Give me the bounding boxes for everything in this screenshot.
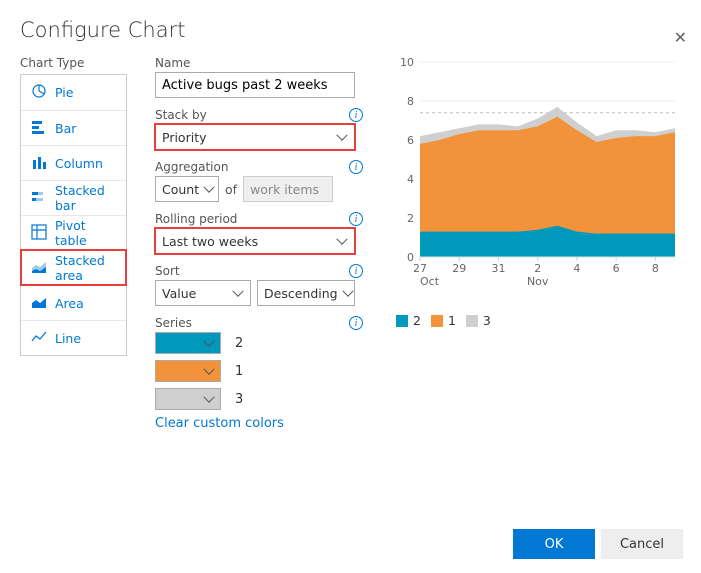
sort-label: Sort	[155, 264, 180, 278]
legend-item: 2	[396, 313, 421, 328]
color-swatch[interactable]	[155, 332, 221, 354]
dialog-title: Configure Chart	[20, 18, 701, 42]
chart-type-label: Bar	[55, 121, 76, 136]
chart-type-label: Stacked bar	[55, 183, 120, 213]
pie-icon	[31, 83, 47, 102]
svg-text:29: 29	[452, 262, 466, 275]
svg-text:2: 2	[534, 262, 541, 275]
clear-custom-colors-link[interactable]: Clear custom colors	[155, 416, 284, 431]
sort-dir-value: Descending	[264, 286, 338, 301]
series-label: 2	[235, 336, 243, 351]
chart-type-stacked-bar[interactable]: Stacked bar	[21, 180, 126, 215]
legend-swatch	[466, 315, 478, 327]
svg-text:4: 4	[407, 173, 414, 186]
column-icon	[31, 154, 47, 173]
info-icon[interactable]: i	[349, 316, 363, 330]
series-label: Series	[155, 316, 192, 330]
series-label: 1	[235, 364, 243, 379]
chart-type-stacked-area[interactable]: Stacked area	[21, 250, 126, 285]
svg-text:Nov: Nov	[527, 275, 549, 288]
name-label: Name	[155, 56, 190, 70]
legend-label: 2	[413, 313, 421, 328]
chevron-down-icon	[338, 238, 348, 244]
svg-text:10: 10	[400, 56, 414, 69]
legend-label: 3	[483, 313, 491, 328]
chart-type-label: Area	[55, 296, 84, 311]
series-label: 3	[235, 392, 243, 407]
rolling-select[interactable]: Last two weeks	[155, 228, 355, 254]
sort-field-select[interactable]: Value	[155, 280, 251, 306]
pivot-table-icon	[31, 224, 47, 243]
info-icon[interactable]: i	[349, 160, 363, 174]
stackby-label: Stack by	[155, 108, 207, 122]
chevron-down-icon	[338, 134, 348, 140]
chart-type-pie[interactable]: Pie	[21, 75, 126, 110]
legend-label: 1	[448, 313, 456, 328]
chevron-down-icon	[205, 396, 215, 402]
chart-type-label: Line	[55, 331, 81, 346]
chart-legend: 2 1 3	[396, 313, 681, 328]
svg-text:8: 8	[407, 95, 414, 108]
aggregation-subject: work items	[243, 176, 333, 202]
aggregation-value: Count	[162, 182, 199, 197]
svg-text:31: 31	[491, 262, 505, 275]
chart-type-pivot-table[interactable]: Pivot table	[21, 215, 126, 250]
chart-type-label: Chart Type	[20, 56, 127, 70]
chart-type-line[interactable]: Line	[21, 320, 126, 355]
chevron-down-icon	[205, 340, 215, 346]
stacked-area-icon	[31, 259, 47, 278]
svg-text:8: 8	[652, 262, 659, 275]
svg-text:Oct: Oct	[420, 275, 440, 288]
info-icon[interactable]: i	[349, 108, 363, 122]
chevron-down-icon	[344, 290, 352, 296]
chart-type-bar[interactable]: Bar	[21, 110, 126, 145]
chart-type-label: Pivot table	[55, 218, 120, 248]
color-swatch[interactable]	[155, 388, 221, 410]
series-row: 2	[155, 332, 364, 354]
svg-text:6: 6	[407, 134, 414, 147]
area-icon	[31, 294, 47, 313]
bar-icon	[31, 119, 47, 138]
color-swatch[interactable]	[155, 360, 221, 382]
chart-preview: 02468102729312468OctNov	[396, 56, 681, 291]
aggregation-select[interactable]: Count	[155, 176, 219, 202]
aggregation-label: Aggregation	[155, 160, 228, 174]
chart-type-label: Stacked area	[55, 253, 120, 283]
chart-type-area[interactable]: Area	[21, 285, 126, 320]
stacked-bar-icon	[31, 189, 47, 208]
line-icon	[31, 329, 47, 348]
info-icon[interactable]: i	[349, 212, 363, 226]
stackby-select[interactable]: Priority	[155, 124, 355, 150]
series-row: 1	[155, 360, 364, 382]
series-row: 3	[155, 388, 364, 410]
sort-dir-select[interactable]: Descending	[257, 280, 355, 306]
chevron-down-icon	[205, 368, 215, 374]
chart-type-label: Pie	[55, 85, 73, 100]
legend-swatch	[431, 315, 443, 327]
sort-field-value: Value	[162, 286, 196, 301]
chevron-down-icon	[234, 290, 244, 296]
legend-swatch	[396, 315, 408, 327]
chart-type-label: Column	[55, 156, 103, 171]
legend-item: 3	[466, 313, 491, 328]
chart-type-column[interactable]: Column	[21, 145, 126, 180]
svg-text:27: 27	[413, 262, 427, 275]
close-icon[interactable]: ✕	[674, 30, 687, 46]
svg-text:4: 4	[573, 262, 580, 275]
rolling-value: Last two weeks	[162, 234, 258, 249]
aggregation-joiner: of	[225, 182, 237, 197]
svg-text:6: 6	[613, 262, 620, 275]
legend-item: 1	[431, 313, 456, 328]
stackby-value: Priority	[162, 130, 207, 145]
svg-text:2: 2	[407, 212, 414, 225]
info-icon[interactable]: i	[349, 264, 363, 278]
name-input[interactable]	[155, 72, 355, 98]
chevron-down-icon	[205, 186, 213, 192]
rolling-label: Rolling period	[155, 212, 237, 226]
